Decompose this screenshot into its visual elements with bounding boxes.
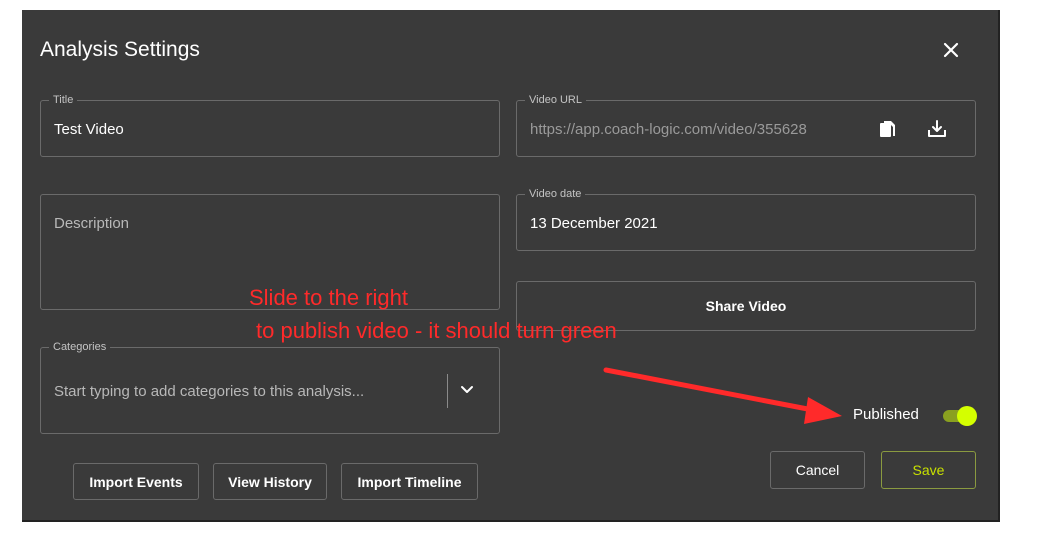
- categories-label: Categories: [49, 341, 111, 353]
- annotation-line-2: to publish video - it should turn green: [256, 318, 617, 343]
- video-date-value[interactable]: 13 December 2021: [530, 215, 658, 232]
- categories-field[interactable]: Categories Start typing to add categorie…: [40, 341, 500, 434]
- description-placeholder: Description: [54, 215, 130, 232]
- annotation-line-1: Slide to the right: [249, 285, 408, 310]
- save-button[interactable]: Save: [881, 451, 976, 489]
- video-url-field: Video URL https://app.coach-logic.com/vi…: [516, 94, 976, 157]
- import-events-button[interactable]: Import Events: [73, 463, 199, 500]
- view-history-button[interactable]: View History: [213, 463, 327, 500]
- published-toggle[interactable]: [941, 406, 977, 426]
- video-url-label: Video URL: [525, 94, 586, 106]
- cancel-button[interactable]: Cancel: [770, 451, 865, 489]
- title-field[interactable]: Title Test Video: [40, 94, 500, 157]
- download-icon: [928, 120, 946, 137]
- toggle-knob[interactable]: [957, 406, 977, 426]
- published-label: Published: [853, 406, 919, 423]
- chevron-down-icon: [461, 386, 473, 393]
- video-url-value: https://app.coach-logic.com/video/355628: [530, 121, 807, 138]
- close-button[interactable]: [939, 38, 963, 62]
- video-date-label: Video date: [525, 188, 586, 200]
- categories-divider: [447, 374, 448, 408]
- categories-placeholder[interactable]: Start typing to add categories to this a…: [54, 383, 364, 400]
- title-label: Title: [49, 94, 78, 106]
- copy-url-button[interactable]: [877, 118, 899, 140]
- categories-dropdown-button[interactable]: [459, 382, 475, 398]
- import-timeline-button[interactable]: Import Timeline: [341, 463, 478, 500]
- dialog-title: Analysis Settings: [40, 38, 200, 61]
- video-date-field[interactable]: Video date 13 December 2021: [516, 188, 976, 251]
- download-url-button[interactable]: [926, 118, 948, 140]
- analysis-settings-dialog: Analysis Settings Title Test Video Video…: [22, 10, 1000, 522]
- close-icon: [943, 42, 959, 58]
- copy-icon: [880, 121, 895, 137]
- title-input[interactable]: Test Video: [54, 121, 124, 138]
